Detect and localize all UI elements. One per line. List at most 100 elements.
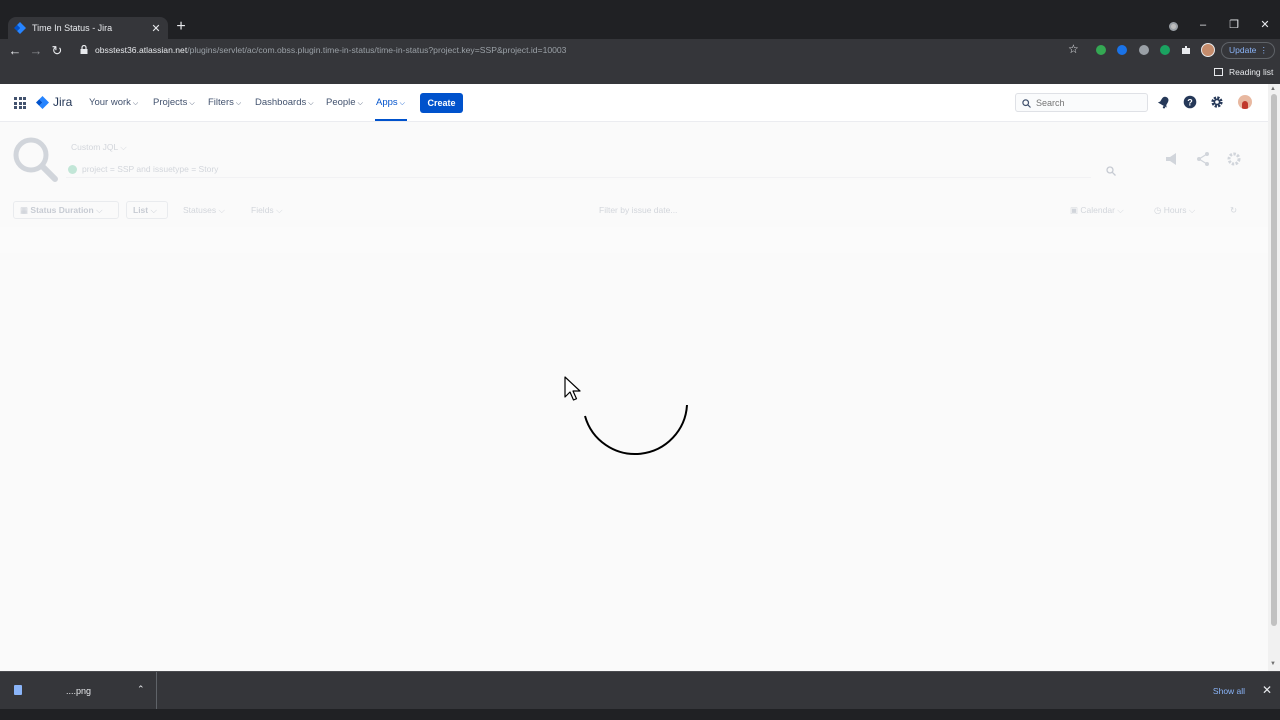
jql-query-input[interactable]: project = SSP and issuetype = Story [66,161,1091,178]
file-icon [14,685,22,695]
close-shelf-icon[interactable]: ✕ [1262,683,1272,697]
chevron-down-icon: ⌵ [189,100,195,107]
browser-toolbar: ← → ↻ obsstest36.atlassian.net/plugins/s… [0,39,1280,63]
chevron-down-icon: ⌵ [308,100,314,107]
statuses-dropdown[interactable]: Statuses ⌵ [183,205,225,216]
nav-projects-label: Projects [153,97,188,108]
reading-list-label: Reading list [1229,67,1274,77]
jira-logo-text: Jira [53,95,73,109]
nav-active-indicator [375,119,407,121]
chevron-up-icon[interactable]: ⌃ [137,684,145,695]
browser-tab-title: Time In Status - Jira [32,23,113,33]
jira-top-navigation: Jira Your work ⌵ Projects ⌵ Filters ⌵ Dashb… [0,84,1268,122]
chevron-down-icon: ⌵ [1117,205,1124,215]
chevron-down-icon: ⌵ [150,205,157,215]
chevron-down-icon: ⌵ [399,100,405,107]
chrome-update-button[interactable]: Update ⋮ [1221,42,1275,59]
window-restore-button[interactable]: ❐ [1227,18,1241,32]
url-host: obsstest36.atlassian.net [95,45,188,55]
nav-people-label: People [326,97,356,108]
window-minimize-button[interactable]: – [1196,18,1210,32]
media-control-icon[interactable] [1169,22,1178,31]
statuses-label: Statuses [183,205,217,215]
run-search-icon[interactable] [1106,166,1116,176]
scroll-down-arrow-icon[interactable]: ▼ [1270,661,1276,667]
fields-label: Fields [251,205,274,215]
jira-logo[interactable]: Jira [36,95,72,109]
chevron-down-icon: ⌵ [96,205,103,215]
plugin-settings-gear-icon[interactable] [1226,151,1242,167]
settings-gear-icon[interactable] [1210,95,1224,109]
help-icon[interactable]: ? [1183,95,1197,109]
time-in-status-toolbar: Custom JQL ⌵ project = SSP and issuetype… [0,123,1268,253]
scroll-up-arrow-icon[interactable]: ▲ [1270,86,1276,92]
reading-list-button[interactable]: Reading list [1214,67,1273,77]
extension-grammarly-icon[interactable] [1160,45,1170,55]
app-switcher-grid-icon[interactable] [14,97,26,109]
bookmarks-bar: Reading list [0,63,1280,84]
jira-logo-icon [36,95,49,109]
loading-spinner-icon [584,405,688,455]
report-filter-bar: ▦ Status Duration ⌵ List ⌵ Statuses ⌵ Fi… [0,201,1268,225]
reading-list-icon [1214,68,1223,76]
create-button[interactable]: Create [420,93,463,113]
report-type-dropdown[interactable]: ▦ Status Duration ⌵ [13,201,119,219]
jira-search-box[interactable] [1015,93,1148,112]
tab-close-icon[interactable]: ✕ [150,22,162,35]
view-mode-dropdown[interactable]: List ⌵ [126,201,168,219]
address-bar[interactable]: obsstest36.atlassian.net/plugins/servlet… [95,45,566,55]
chevron-down-icon: ⌵ [235,100,242,107]
calendar-dropdown[interactable]: ▣ Calendar ⌵ [1070,205,1124,216]
extension-green-icon[interactable] [1096,45,1106,55]
grid-icon: ▦ [20,205,29,215]
clock-icon: ◷ [1154,205,1162,215]
calendar-label: Calendar [1080,205,1115,215]
user-avatar[interactable] [1238,95,1252,109]
download-item[interactable]: ....png ⌃ [0,672,157,710]
window-close-button[interactable]: ✕ [1258,18,1272,32]
chevron-down-icon: ⌵ [120,142,127,152]
report-type-label: Status Duration [30,205,94,215]
nav-apps[interactable]: Apps ⌵ [376,97,405,108]
taskbar-strip [0,709,1280,720]
fields-dropdown[interactable]: Fields ⌵ [251,205,283,216]
nav-filters-label: Filters [208,97,234,108]
time-format-dropdown[interactable]: ◷ Hours ⌵ [1154,205,1195,216]
extensions-puzzle-icon[interactable] [1181,45,1191,55]
download-shelf: ....png ⌃ Show all ✕ [0,671,1280,710]
extension-gray-icon[interactable] [1139,45,1149,55]
jql-query-text: project = SSP and issuetype = Story [82,164,219,174]
new-tab-button[interactable]: + [174,18,188,36]
refresh-icon[interactable]: ↻ [1230,205,1237,216]
svg-text:?: ? [1187,97,1193,107]
browser-tab[interactable]: Time In Status - Jira ✕ [8,17,168,39]
download-file-name: ....png [66,686,92,696]
update-label: Update [1229,45,1257,55]
search-icon [1022,99,1031,108]
reload-icon[interactable]: ↻ [49,43,65,59]
extension-blue-icon[interactable] [1117,45,1127,55]
share-icon[interactable] [1195,151,1211,167]
browser-tab-strip: Time In Status - Jira ✕ + – ❐ ✕ [0,0,1280,39]
nav-your-work[interactable]: Your work ⌵ [89,97,138,108]
page-scrollbar[interactable]: ▲ ▼ [1268,84,1280,671]
issue-date-filter[interactable]: Filter by issue date... [599,205,677,215]
jql-type-label: Custom JQL [71,142,118,152]
scrollbar-thumb[interactable] [1271,94,1277,626]
announcement-megaphone-icon[interactable] [1164,151,1180,167]
nav-people[interactable]: People ⌵ [326,97,363,108]
report-header-band [0,227,1268,253]
back-arrow-icon[interactable]: ← [7,43,23,59]
jql-type-selector[interactable]: Custom JQL ⌵ [71,142,127,153]
chrome-profile-avatar[interactable] [1201,43,1215,57]
nav-projects[interactable]: Projects ⌵ [153,97,195,108]
notifications-bell-icon[interactable] [1157,95,1171,109]
show-all-downloads-button[interactable]: Show all [1207,682,1251,700]
mouse-cursor-icon [564,376,581,401]
search-input[interactable] [1036,96,1144,110]
lock-icon [80,45,88,54]
forward-arrow-icon[interactable]: → [28,43,44,59]
nav-filters[interactable]: Filters ⌵ [208,97,241,108]
bookmark-star-icon[interactable]: ☆ [1068,42,1079,56]
nav-dashboards[interactable]: Dashboards ⌵ [255,97,314,108]
